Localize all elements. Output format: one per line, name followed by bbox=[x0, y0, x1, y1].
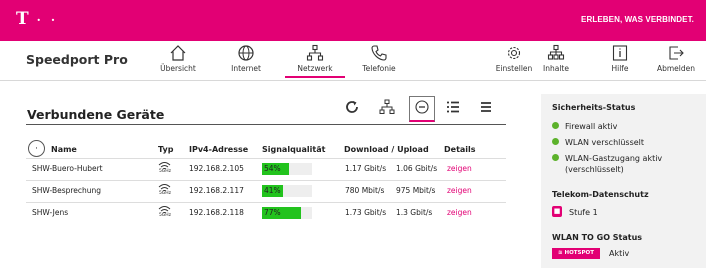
nav-label: Netzwerk bbox=[297, 64, 333, 73]
column-header-type[interactable]: Typ bbox=[158, 145, 173, 154]
privacy-level-label: Stufe 1 bbox=[569, 208, 598, 217]
nav-item-inhalte[interactable]: Inhalte bbox=[526, 44, 586, 78]
download-speed: 780 Mbit/s bbox=[345, 186, 385, 195]
top-bar: T · · ERLEBEN, WAS VERBINDET. bbox=[0, 0, 706, 41]
table-row: SHW-Buero-Hubert 5GHz 192.168.2.105 54% … bbox=[26, 158, 506, 179]
details-link[interactable]: zeigen bbox=[447, 186, 472, 195]
bubble-view-button[interactable] bbox=[409, 96, 435, 122]
privacy-title: Telekom-Datenschutz bbox=[552, 190, 649, 199]
nav-item-netzwerk[interactable]: Netzwerk bbox=[285, 44, 345, 78]
list-view-button[interactable] bbox=[441, 98, 465, 120]
table-row: SHW-Besprechung 5GHz 192.168.2.117 41% 7… bbox=[26, 180, 506, 201]
bubble-view-icon bbox=[414, 99, 430, 119]
network-view-button[interactable] bbox=[375, 98, 399, 120]
nav-label: Übersicht bbox=[160, 64, 196, 73]
page-title: Verbundene Geräte bbox=[27, 107, 165, 122]
column-header-details[interactable]: Details bbox=[444, 145, 476, 154]
download-speed: 1.73 Gbit/s bbox=[345, 208, 387, 217]
wlan-togo-title: WLAN TO GO Status bbox=[552, 233, 643, 242]
network-icon bbox=[285, 44, 345, 63]
security-item-label: WLAN-Gastzugang aktiv (verschlüsselt) bbox=[565, 154, 663, 174]
security-status-title: Sicherheits-Status bbox=[552, 103, 636, 112]
device-name: SHW-Besprechung bbox=[32, 186, 102, 195]
upload-speed: 1.06 Gbit/s bbox=[396, 164, 438, 173]
refresh-button[interactable] bbox=[340, 98, 364, 120]
column-header-speed[interactable]: Download / Upload bbox=[344, 145, 429, 154]
nav-label: Hilfe bbox=[611, 64, 629, 73]
column-header-signal[interactable]: Signalqualität bbox=[262, 145, 325, 154]
wifi-icon: 5GHz bbox=[158, 161, 172, 178]
nav-label: Inhalte bbox=[543, 64, 569, 73]
hotspot-wifi-icon: ≋ bbox=[558, 250, 563, 256]
nav-label: Internet bbox=[231, 64, 261, 73]
hotspot-label: HOTSPOT bbox=[564, 250, 594, 256]
nav-label: Abmelden bbox=[656, 64, 696, 73]
refresh-icon bbox=[344, 99, 360, 119]
signal-percent: 41% bbox=[264, 186, 281, 195]
status-ok-icon bbox=[552, 122, 559, 129]
signal-bar: 54% bbox=[262, 163, 312, 175]
nav-item-internet[interactable]: Internet bbox=[216, 44, 276, 78]
nav-item-abmelden[interactable]: Abmelden bbox=[646, 44, 706, 78]
wifi-icon: 5GHz bbox=[158, 183, 172, 200]
compact-list-icon bbox=[478, 99, 494, 119]
security-item-label: Firewall aktiv bbox=[565, 122, 618, 131]
main-navigation: Speedport Pro Übersicht Internet Netzwer… bbox=[0, 41, 706, 81]
device-name: SHW-Jens bbox=[32, 208, 69, 217]
column-header-ip[interactable]: IPv4-Adresse bbox=[189, 145, 248, 154]
band-label: 5GHz bbox=[158, 213, 172, 218]
column-header-name[interactable]: Name bbox=[51, 145, 77, 154]
nav-item-telefonie[interactable]: Telefonie bbox=[349, 44, 409, 78]
network-view-icon bbox=[379, 99, 395, 119]
home-icon bbox=[148, 44, 208, 63]
details-link[interactable]: zeigen bbox=[447, 164, 472, 173]
telekom-logo[interactable]: T · · bbox=[16, 9, 58, 29]
device-name: SHW-Buero-Hubert bbox=[32, 164, 103, 173]
nav-label: Telefonie bbox=[362, 64, 396, 73]
globe-icon bbox=[216, 44, 276, 63]
ip-address: 192.168.2.118 bbox=[189, 208, 244, 217]
help-icon bbox=[590, 44, 650, 63]
logo-letter: T bbox=[16, 9, 30, 29]
hotspot-badge: ≋ HOTSPOT bbox=[552, 248, 600, 259]
download-speed: 1.17 Gbit/s bbox=[345, 164, 387, 173]
table-row: SHW-Jens 5GHz 192.168.2.118 77% 1.73 Gbi… bbox=[26, 202, 506, 223]
logout-icon bbox=[646, 44, 706, 63]
band-label: 5GHz bbox=[158, 191, 172, 196]
signal-bar: 77% bbox=[262, 207, 312, 219]
phone-icon bbox=[349, 44, 409, 63]
list-view-icon bbox=[445, 99, 461, 119]
slogan: ERLEBEN, WAS VERBINDET. bbox=[581, 15, 694, 24]
upload-speed: 1.3 Gbit/s bbox=[396, 208, 433, 217]
status-ok-icon bbox=[552, 154, 559, 161]
signal-percent: 54% bbox=[264, 164, 281, 173]
ip-address: 192.168.2.105 bbox=[189, 164, 244, 173]
security-item-label: WLAN verschlüsselt bbox=[565, 138, 645, 147]
ip-address: 192.168.2.117 bbox=[189, 186, 244, 195]
status-sidebar: Sicherheits-Status Firewall aktiv WLAN v… bbox=[541, 94, 706, 268]
signal-bar: 41% bbox=[262, 185, 312, 197]
device-icon: · bbox=[28, 140, 45, 157]
details-link[interactable]: zeigen bbox=[447, 208, 472, 217]
product-name: Speedport Pro bbox=[26, 52, 128, 67]
status-ok-icon bbox=[552, 138, 559, 145]
title-divider bbox=[26, 124, 506, 125]
compact-list-button[interactable] bbox=[474, 98, 498, 120]
content-icon bbox=[526, 44, 586, 63]
lock-icon: ■ bbox=[552, 206, 562, 217]
upload-speed: 975 Mbit/s bbox=[396, 186, 436, 195]
nav-item-uebersicht[interactable]: Übersicht bbox=[148, 44, 208, 78]
wlan-togo-status: Aktiv bbox=[609, 249, 630, 258]
logo-dots: · · bbox=[36, 13, 59, 27]
nav-item-hilfe[interactable]: Hilfe bbox=[590, 44, 650, 78]
signal-percent: 77% bbox=[264, 208, 281, 217]
band-label: 5GHz bbox=[158, 169, 172, 174]
wifi-icon: 5GHz bbox=[158, 205, 172, 222]
